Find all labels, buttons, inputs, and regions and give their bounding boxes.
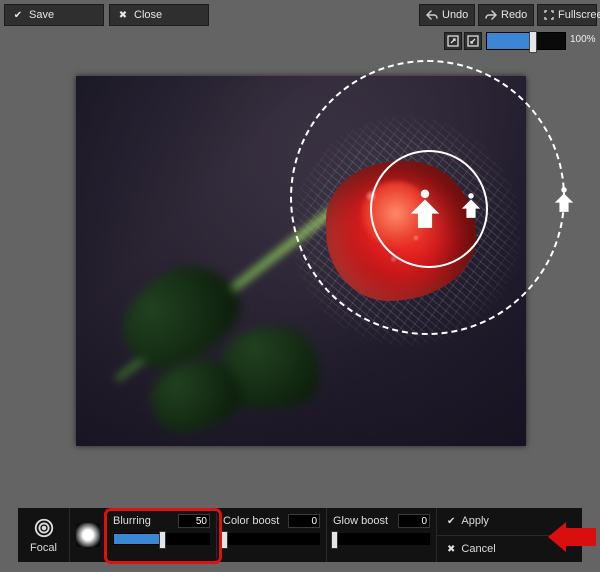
focal-handle-center[interactable] bbox=[408, 188, 442, 228]
colorboost-label: Color boost bbox=[223, 515, 279, 527]
close-icon bbox=[116, 10, 130, 21]
cancel-label: Cancel bbox=[461, 543, 495, 555]
blurring-group: Blurring bbox=[106, 508, 216, 562]
focal-tool-label: Focal bbox=[30, 542, 57, 554]
glowboost-label: Glow boost bbox=[333, 515, 388, 527]
effect-panel: Focal Blurring Color boost Glow boost bbox=[18, 508, 582, 562]
annotation-arrow bbox=[548, 522, 596, 552]
fit-screen-button[interactable] bbox=[444, 32, 462, 50]
close-icon bbox=[447, 543, 455, 555]
colorboost-value-input[interactable] bbox=[288, 514, 320, 528]
blurring-slider[interactable] bbox=[113, 533, 210, 545]
zoom-value: 100% bbox=[570, 34, 596, 45]
vignette-preview-chip bbox=[76, 523, 100, 547]
fullscreen-label: Fullscreen bbox=[558, 9, 600, 21]
focal-handle-inner[interactable] bbox=[460, 192, 482, 218]
undo-button[interactable]: Undo bbox=[419, 4, 475, 26]
glowboost-group: Glow boost bbox=[326, 508, 436, 562]
check-icon bbox=[11, 10, 25, 21]
vignette-preview[interactable] bbox=[70, 508, 106, 562]
zoom-slider-knob[interactable] bbox=[529, 31, 537, 53]
save-button[interactable]: Save bbox=[4, 4, 104, 26]
glowboost-value-input[interactable] bbox=[398, 514, 430, 528]
redo-label: Redo bbox=[501, 9, 527, 21]
blurring-value-input[interactable] bbox=[178, 514, 210, 528]
apply-label: Apply bbox=[461, 515, 489, 527]
blurring-label: Blurring bbox=[113, 515, 151, 527]
save-label: Save bbox=[29, 9, 54, 21]
undo-icon bbox=[426, 10, 438, 20]
actual-size-button[interactable] bbox=[464, 32, 482, 50]
focal-tool-button[interactable]: Focal bbox=[18, 508, 70, 562]
check-icon bbox=[447, 515, 455, 527]
colorboost-group: Color boost bbox=[216, 508, 326, 562]
image-canvas[interactable] bbox=[76, 76, 526, 446]
glowboost-slider[interactable] bbox=[333, 533, 430, 545]
colorboost-slider[interactable] bbox=[223, 533, 320, 545]
focal-handle-outer[interactable] bbox=[553, 186, 575, 212]
close-button[interactable]: Close bbox=[109, 4, 209, 26]
fullscreen-button[interactable]: Fullscreen bbox=[537, 4, 597, 26]
top-toolbar: Save Close Undo Redo Fullscreen 100% bbox=[4, 4, 596, 54]
redo-icon bbox=[485, 10, 497, 20]
zoom-slider-fill bbox=[487, 33, 532, 49]
undo-label: Undo bbox=[442, 9, 468, 21]
zoom-slider[interactable] bbox=[486, 32, 566, 50]
target-icon bbox=[33, 517, 55, 539]
close-label: Close bbox=[134, 9, 162, 21]
fullscreen-icon bbox=[544, 10, 554, 20]
redo-button[interactable]: Redo bbox=[478, 4, 534, 26]
